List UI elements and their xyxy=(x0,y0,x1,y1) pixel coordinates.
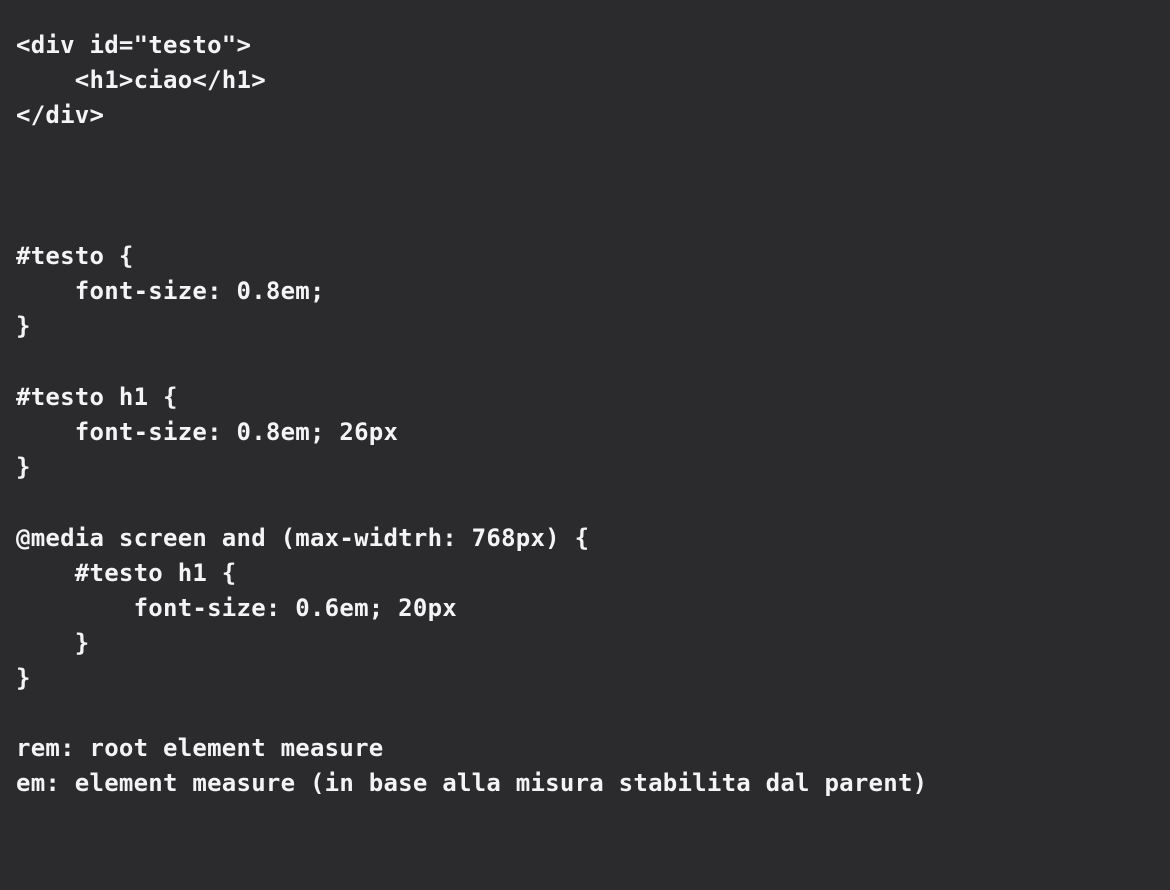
code-line: <h1>ciao</h1> xyxy=(16,66,266,94)
code-line: #testo h1 { xyxy=(16,559,237,587)
code-line: } xyxy=(16,664,31,692)
code-line: #testo { xyxy=(16,242,134,270)
code-slide: <div id="testo"> <h1>ciao</h1> </div> #t… xyxy=(0,0,1170,890)
code-line: font-size: 0.6em; 20px xyxy=(16,594,457,622)
code-line: rem: root element measure xyxy=(16,734,384,762)
code-line: font-size: 0.8em; 26px xyxy=(16,418,399,446)
code-line: } xyxy=(16,312,31,340)
code-line: em: element measure (in base alla misura… xyxy=(16,769,928,797)
code-line: </div> xyxy=(16,101,105,129)
code-line: <div id="testo"> xyxy=(16,31,252,59)
code-line: } xyxy=(16,453,31,481)
code-line: @media screen and (max-widtrh: 768px) { xyxy=(16,524,590,552)
code-line: font-size: 0.8em; xyxy=(16,277,325,305)
code-line: } xyxy=(16,629,90,657)
code-line: #testo h1 { xyxy=(16,383,178,411)
